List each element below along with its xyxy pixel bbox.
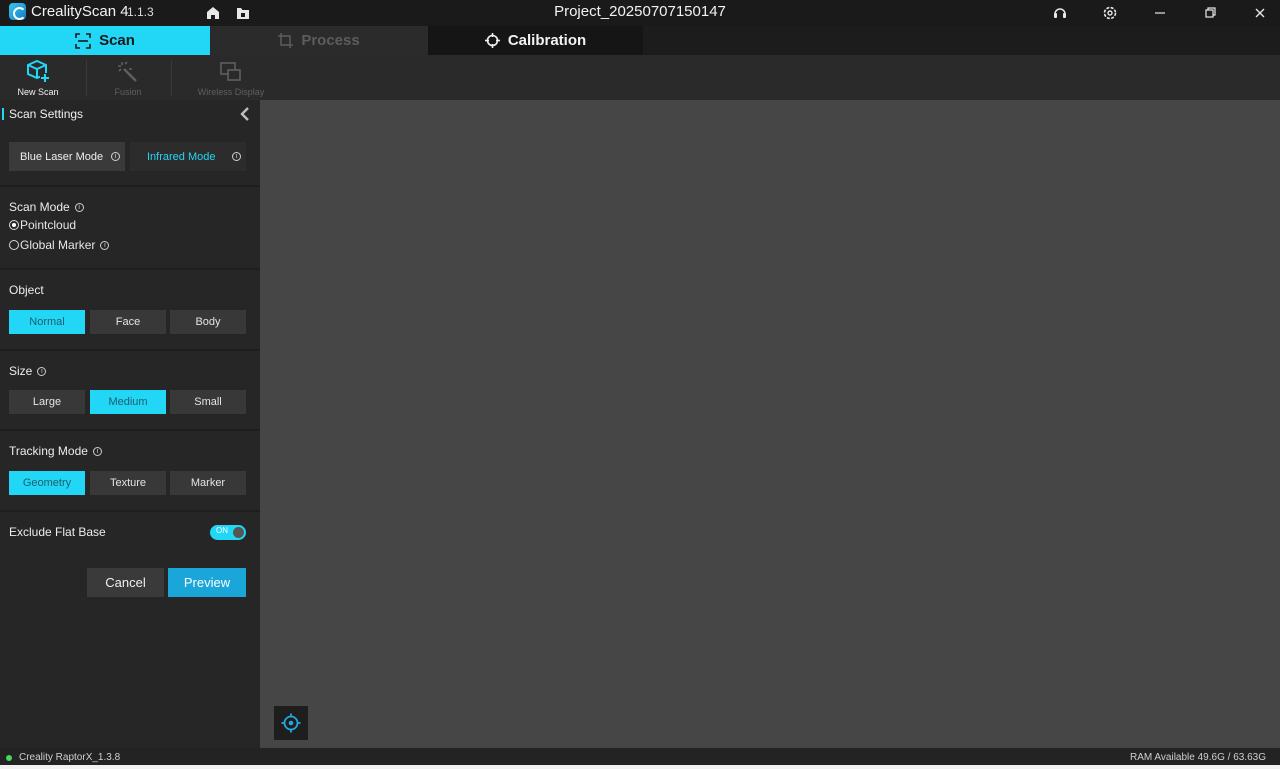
tab-scan[interactable]: Scan <box>0 26 210 55</box>
info-icon[interactable]: i <box>92 446 102 456</box>
ram-available: RAM Available 49.6G / 63.63G <box>1129 752 1266 763</box>
scan-viewport[interactable] <box>260 100 1280 748</box>
scan-icon <box>75 32 91 49</box>
size-heading: Size i <box>9 364 47 378</box>
close-icon[interactable] <box>1251 4 1269 22</box>
folder-icon[interactable] <box>234 4 252 22</box>
exclude-flat-base-toggle[interactable]: ON <box>210 525 246 540</box>
new-scan-label: New Scan <box>17 87 59 97</box>
toolbar-divider <box>171 60 172 96</box>
locate-view-button[interactable] <box>274 706 308 740</box>
radio-pointcloud[interactable]: Pointcloud <box>9 218 76 232</box>
display-icon <box>220 62 241 81</box>
app-version: 1.1.3 <box>127 5 154 19</box>
scan-mode-heading: Scan Mode i <box>9 200 84 214</box>
toggle-knob <box>233 527 244 538</box>
section-divider <box>0 429 260 431</box>
infrared-mode-button[interactable]: Infrared Mode i <box>130 142 246 171</box>
panel-header: Scan Settings <box>0 100 260 128</box>
exclude-flat-base-label: Exclude Flat Base <box>9 525 106 539</box>
toggle-state-label: ON <box>216 526 228 535</box>
home-icon[interactable] <box>204 4 222 22</box>
wireless-display-label: Wireless Display <box>197 87 265 97</box>
toolbar-divider <box>86 60 87 96</box>
info-icon[interactable]: i <box>37 366 47 376</box>
tracking-texture-button[interactable]: Texture <box>90 471 166 495</box>
cancel-button[interactable]: Cancel <box>87 568 164 597</box>
app-window: CrealityScan 4 1.1.3 Project_20250707150… <box>0 0 1280 769</box>
object-normal-button[interactable]: Normal <box>9 310 85 334</box>
info-icon[interactable]: i <box>232 152 241 161</box>
preview-button[interactable]: Preview <box>168 568 246 597</box>
blue-laser-mode-label: Blue Laser Mode <box>20 150 104 163</box>
collapse-panel-icon[interactable] <box>239 107 251 126</box>
wireless-display-button[interactable]: Wireless Display <box>190 55 272 100</box>
tracking-mode-label: Tracking Mode <box>9 444 88 458</box>
panel-header-accent <box>2 108 4 120</box>
gear-icon[interactable] <box>1101 4 1119 22</box>
crop-icon <box>278 33 294 48</box>
crosshair-icon <box>484 33 500 48</box>
section-divider <box>0 268 260 270</box>
scan-mode-label: Scan Mode <box>9 200 70 214</box>
object-label: Object <box>9 283 44 297</box>
tab-process[interactable]: Process <box>210 26 428 55</box>
tab-process-label: Process <box>301 32 360 49</box>
tab-scan-label: Scan <box>99 32 135 49</box>
info-icon[interactable]: i <box>111 152 120 161</box>
app-name: CrealityScan 4 <box>31 3 129 20</box>
device-name: Creality RaptorX_1.3.8 <box>19 752 121 763</box>
exclude-flat-base-heading: Exclude Flat Base <box>9 525 106 539</box>
radio-selected-icon[interactable] <box>9 220 19 230</box>
headset-icon[interactable] <box>1051 4 1069 22</box>
tracking-marker-button[interactable]: Marker <box>170 471 246 495</box>
section-divider <box>0 349 260 351</box>
size-small-button[interactable]: Small <box>170 390 246 414</box>
project-title: Project_20250707150147 <box>554 3 726 20</box>
app-logo-icon <box>9 3 26 20</box>
restore-icon[interactable] <box>1201 4 1219 22</box>
section-divider <box>0 185 260 187</box>
tab-calibration[interactable]: Calibration <box>428 26 643 55</box>
size-medium-button[interactable]: Medium <box>90 390 166 414</box>
info-icon[interactable]: i <box>100 240 110 250</box>
radio-pointcloud-label: Pointcloud <box>20 218 77 232</box>
toolbar: New Scan Fusion Wireless Display <box>0 55 1280 100</box>
magic-wand-icon <box>118 61 137 82</box>
radio-global-marker-label: Global Marker <box>20 238 96 252</box>
radio-global-marker[interactable]: Global Marker i <box>9 238 110 252</box>
object-face-button[interactable]: Face <box>90 310 166 334</box>
tracking-mode-heading: Tracking Mode i <box>9 444 102 458</box>
object-heading: Object <box>9 283 44 297</box>
size-label: Size <box>9 364 33 378</box>
panel-title: Scan Settings <box>9 107 84 121</box>
infrared-mode-label: Infrared Mode <box>147 150 216 163</box>
fusion-button[interactable]: Fusion <box>98 55 158 100</box>
info-icon[interactable]: i <box>74 202 84 212</box>
taskbar-edge <box>0 765 1280 769</box>
section-divider <box>0 510 260 512</box>
blue-laser-mode-button[interactable]: Blue Laser Mode i <box>9 142 125 171</box>
tracking-geometry-button[interactable]: Geometry <box>9 471 85 495</box>
title-bar: CrealityScan 4 1.1.3 Project_20250707150… <box>0 0 1280 26</box>
new-scan-icon <box>27 59 50 83</box>
minimize-icon[interactable] <box>1151 4 1169 22</box>
tab-calibration-label: Calibration <box>507 32 587 49</box>
new-scan-button[interactable]: New Scan <box>8 55 68 100</box>
radio-unselected-icon[interactable] <box>9 240 19 250</box>
object-body-button[interactable]: Body <box>170 310 246 334</box>
target-icon <box>281 713 301 733</box>
connection-status-icon <box>6 755 12 761</box>
scan-settings-panel: Scan Settings Blue Laser Mode i Infrared… <box>0 100 260 748</box>
size-large-button[interactable]: Large <box>9 390 85 414</box>
fusion-label: Fusion <box>114 87 142 97</box>
main-tabs: Scan Process Calibration <box>0 26 1280 55</box>
